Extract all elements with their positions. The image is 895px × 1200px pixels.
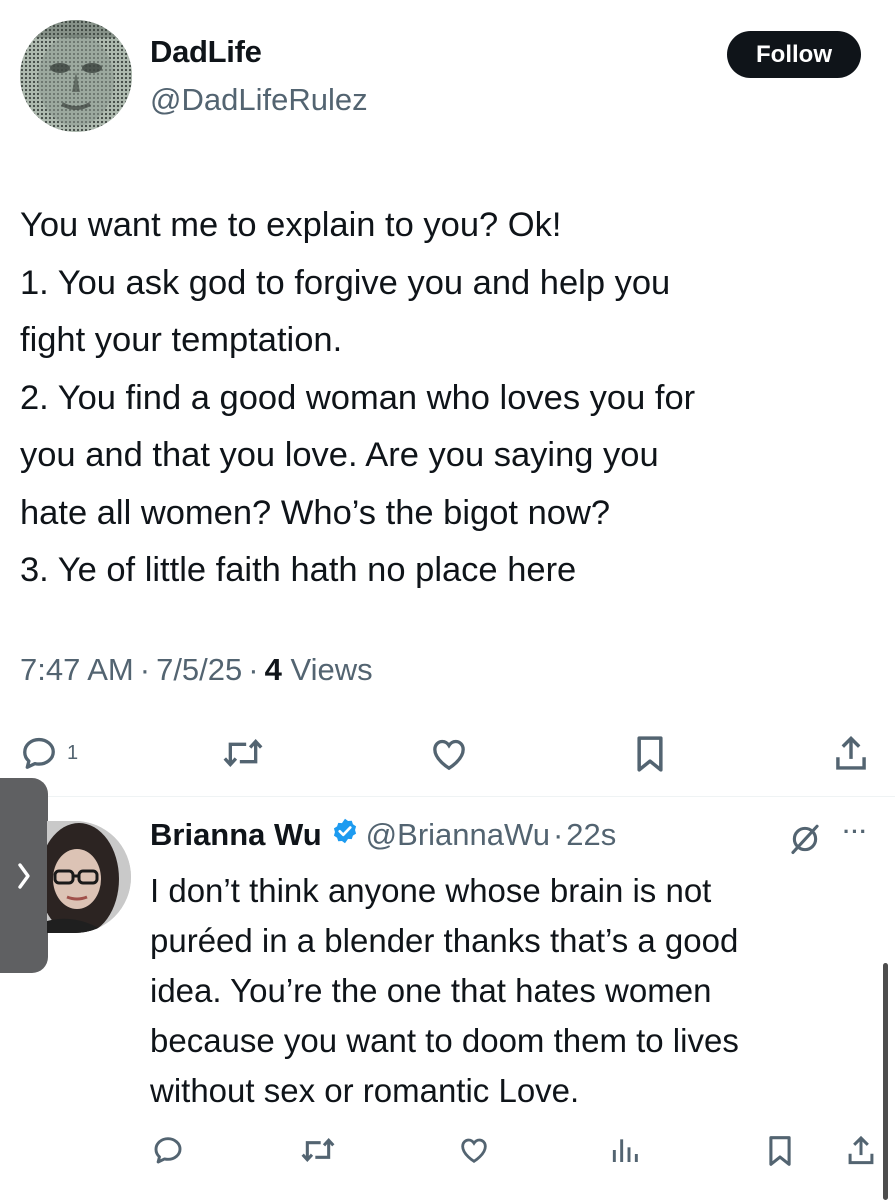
reply-text: I don’t think anyone whose brain is not … <box>150 866 870 1116</box>
meta-separator: · <box>139 652 151 687</box>
reply-count: 1 <box>67 741 79 764</box>
reply-share-button[interactable] <box>846 1134 876 1168</box>
author-handle[interactable]: @DadLifeRulez <box>150 82 368 118</box>
share-button[interactable] <box>833 734 869 774</box>
bookmark-icon <box>637 736 663 772</box>
follow-button[interactable]: Follow <box>727 31 861 78</box>
avatar-image <box>20 20 132 132</box>
avatar-image <box>47 821 131 933</box>
more-options-button[interactable]: ··· <box>843 819 868 845</box>
tweet-text-line: 2. You find a good woman who loves you f… <box>20 378 696 417</box>
tweet-text: You want me to explain to you? Ok! 1. Yo… <box>20 197 880 600</box>
author-display-name[interactable]: DadLife <box>150 34 262 70</box>
reply-icon <box>154 1137 182 1164</box>
reply-text-line: without sex or romantic Love. <box>150 1072 580 1109</box>
reply-handle[interactable]: @BriannaWu <box>366 817 550 853</box>
reply-separator: · <box>552 817 564 852</box>
tweet-time[interactable]: 7:47 AM <box>20 652 134 687</box>
reply-text-line: idea. You’re the one that hates women <box>150 972 712 1009</box>
brianna-avatar[interactable] <box>47 821 131 933</box>
share-icon <box>848 1135 874 1165</box>
reply-divider <box>48 796 895 797</box>
side-drawer-handle[interactable] <box>0 778 48 973</box>
reply-retweet-button[interactable] <box>299 1134 337 1166</box>
reply-icon <box>23 737 55 769</box>
reply-reply-button[interactable] <box>152 1134 184 1166</box>
tweet-screen: DadLife @DadLifeRulez Follow You want me… <box>0 0 895 1200</box>
retweet-icon <box>223 738 263 768</box>
reply-bookmark-button[interactable] <box>766 1134 794 1168</box>
chevron-right-icon <box>18 862 30 889</box>
meta-separator: · <box>248 652 259 687</box>
like-button[interactable] <box>428 734 470 774</box>
tweet-text-line: fight your temptation. <box>20 321 343 359</box>
tweet-text-line: hate all women? Who’s the bigot now? <box>20 493 611 532</box>
views-label[interactable]: Views <box>290 652 372 687</box>
tweet-text-line: 3. Ye of little faith hath no place here <box>20 551 577 589</box>
grok-button[interactable] <box>788 822 822 856</box>
views-count[interactable]: 4 <box>265 652 282 687</box>
bookmark-button[interactable] <box>633 734 667 774</box>
tweet-text-line: you and that you love. Are you saying yo… <box>20 436 659 474</box>
heart-icon <box>461 1138 487 1163</box>
reply-timestamp[interactable]: 22s <box>566 817 616 853</box>
heart-icon <box>433 739 465 771</box>
verified-badge-icon <box>331 817 359 853</box>
reply-text-line: I don’t think anyone whose brain is not <box>150 872 712 909</box>
grok-icon <box>791 824 819 855</box>
analytics-icon <box>612 1139 638 1162</box>
scrollbar[interactable] <box>883 963 888 1200</box>
tweet-meta: 7:47 AM · 7/5/25 · 4 Views <box>20 652 373 688</box>
reply-text-line: puréed in a blender thanks that’s a good <box>150 922 739 959</box>
reply-button[interactable]: 1 <box>20 734 78 772</box>
tweet-text-line: 1. You ask god to forgive you and help y… <box>20 263 671 302</box>
retweet-icon <box>301 1138 335 1162</box>
analytics-button[interactable] <box>610 1134 640 1166</box>
tweet-date[interactable]: 7/5/25 <box>156 652 242 687</box>
reply-display-name[interactable]: Brianna Wu <box>150 817 322 853</box>
tweet-text-line: You want me to explain to you? Ok! <box>20 206 562 244</box>
share-icon <box>836 736 866 770</box>
bookmark-icon <box>769 1136 791 1166</box>
dadlife-avatar[interactable] <box>20 20 132 132</box>
reply-text-line: because you want to doom them to lives <box>150 1022 739 1059</box>
reply-header: Brianna Wu @BriannaWu · 22s <box>150 817 616 853</box>
retweet-button[interactable] <box>220 734 266 772</box>
reply-like-button[interactable] <box>457 1134 491 1166</box>
